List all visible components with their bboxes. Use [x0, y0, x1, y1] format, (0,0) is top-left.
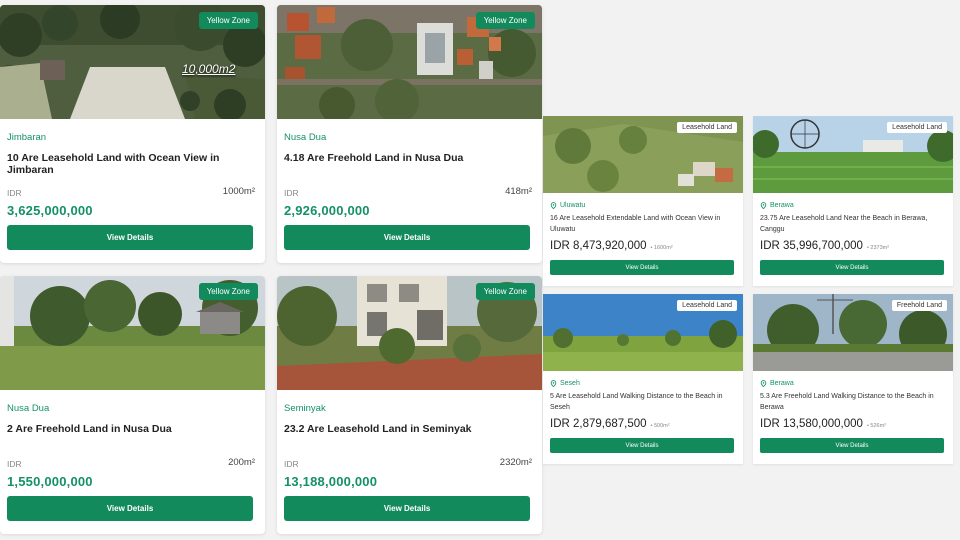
price-row: IDR 13,580,000,000 • 526m²: [760, 418, 886, 430]
currency-label: IDR: [7, 188, 22, 198]
property-photo[interactable]: Freehold Land: [753, 294, 953, 371]
view-details-button[interactable]: View Details: [550, 438, 734, 453]
property-photo[interactable]: Leasehold Land: [543, 294, 743, 371]
property-card[interactable]: Yellow Zone Seminyak 23.2 Are Leasehold …: [277, 276, 542, 534]
area-value: • 1600m²: [650, 245, 673, 251]
zone-badge: Yellow Zone: [475, 12, 535, 29]
property-title[interactable]: 23.75 Are Leasehold Land Near the Beach …: [760, 214, 946, 235]
property-photo[interactable]: Yellow Zone: [0, 276, 265, 390]
area-value: 2320m²: [499, 457, 532, 468]
price-value: IDR 13,580,000,000: [760, 418, 863, 430]
property-title[interactable]: 2 Are Freehold Land in Nusa Dua: [7, 423, 257, 435]
price-row: IDR 8,473,920,000 • 1600m²: [550, 240, 673, 252]
area-overlay-text: 10,000m2: [182, 62, 236, 76]
price-row: IDR 35,996,700,000 • 2373m²: [760, 240, 889, 252]
property-title[interactable]: 23.2 Are Leasehold Land in Seminyak: [284, 423, 534, 435]
price-row: IDR 2,879,687,500 • 500m²: [550, 418, 670, 430]
price-value: 13,188,000,000: [284, 474, 378, 489]
location-label: Nusa Dua: [7, 403, 50, 414]
location-label: Berawa: [760, 380, 794, 387]
view-details-button[interactable]: View Details: [284, 496, 530, 521]
property-card[interactable]: Yellow Zone Nusa Dua 4.18 Are Freehold L…: [277, 5, 542, 263]
property-title[interactable]: 4.18 Are Freehold Land in Nusa Dua: [284, 152, 534, 164]
location-pin-icon: [760, 202, 767, 209]
location-text: Berawa: [770, 380, 794, 387]
land-type-tag: Leasehold Land: [887, 122, 947, 133]
location-label: Uluwatu: [550, 202, 585, 209]
property-title[interactable]: 10 Are Leasehold Land with Ocean View in…: [7, 152, 257, 176]
property-photo[interactable]: Leasehold Land: [543, 116, 743, 193]
price-value: IDR 35,996,700,000: [760, 240, 863, 252]
area-value: • 500m²: [650, 423, 670, 429]
location-label: Berawa: [760, 202, 794, 209]
currency-label: IDR: [284, 459, 299, 469]
view-details-button[interactable]: View Details: [284, 225, 530, 250]
zone-badge: Yellow Zone: [198, 283, 258, 300]
listing-collage: 10,000m2 Yellow Zone Jimbaran 10 Are Lea…: [0, 0, 960, 540]
location-pin-icon: [550, 202, 557, 209]
location-text: Uluwatu: [560, 202, 586, 209]
property-card[interactable]: Leasehold Land Seseh 5 Are Leasehold Lan…: [543, 294, 743, 464]
area-value: 418m²: [505, 186, 532, 197]
property-card[interactable]: Leasehold Land Berawa 23.75 Are Leasehol…: [753, 116, 953, 286]
location-text: Berawa: [770, 202, 794, 209]
property-photo[interactable]: Leasehold Land: [753, 116, 953, 193]
area-value: 200m²: [228, 457, 255, 468]
property-card[interactable]: 10,000m2 Yellow Zone Jimbaran 10 Are Lea…: [0, 5, 265, 263]
location-label: Seseh: [550, 380, 580, 387]
currency-label: IDR: [7, 459, 22, 469]
land-type-tag: Leasehold Land: [677, 300, 737, 311]
property-photo[interactable]: Yellow Zone: [277, 5, 542, 119]
area-value: • 526m²: [866, 423, 886, 429]
location-label: Nusa Dua: [284, 132, 327, 143]
view-details-button[interactable]: View Details: [7, 496, 253, 521]
currency-label: IDR: [284, 188, 299, 198]
property-photo[interactable]: Yellow Zone: [277, 276, 542, 390]
area-value: 1000m²: [222, 186, 255, 197]
view-details-button[interactable]: View Details: [550, 260, 734, 275]
land-type-tag: Freehold Land: [891, 300, 947, 311]
zone-badge: Yellow Zone: [198, 12, 258, 29]
property-title[interactable]: 16 Are Leasehold Extendable Land with Oc…: [550, 214, 736, 235]
view-details-button[interactable]: View Details: [760, 438, 944, 453]
location-label: Seminyak: [284, 403, 326, 414]
property-card[interactable]: Yellow Zone Nusa Dua 2 Are Freehold Land…: [0, 276, 265, 534]
price-value: 3,625,000,000: [7, 203, 93, 218]
price-value: IDR 2,879,687,500: [550, 418, 647, 430]
price-value: IDR 8,473,920,000: [550, 240, 647, 252]
land-type-tag: Leasehold Land: [677, 122, 737, 133]
price-value: 2,926,000,000: [284, 203, 370, 218]
view-details-button[interactable]: View Details: [7, 225, 253, 250]
property-photo[interactable]: 10,000m2 Yellow Zone: [0, 5, 265, 119]
area-value: • 2373m²: [866, 245, 890, 251]
location-text: Seseh: [560, 380, 580, 387]
view-details-button[interactable]: View Details: [760, 260, 944, 275]
property-title[interactable]: 5.3 Are Freehold Land Walking Distance t…: [760, 392, 946, 413]
property-card[interactable]: Freehold Land Berawa 5.3 Are Freehold La…: [753, 294, 953, 464]
price-value: 1,550,000,000: [7, 474, 93, 489]
property-title[interactable]: 5 Are Leasehold Land Walking Distance to…: [550, 392, 736, 413]
location-pin-icon: [550, 380, 557, 387]
zone-badge: Yellow Zone: [475, 283, 535, 300]
property-card[interactable]: Leasehold Land Uluwatu 16 Are Leasehold …: [543, 116, 743, 286]
location-label: Jimbaran: [7, 132, 47, 143]
location-pin-icon: [760, 380, 767, 387]
